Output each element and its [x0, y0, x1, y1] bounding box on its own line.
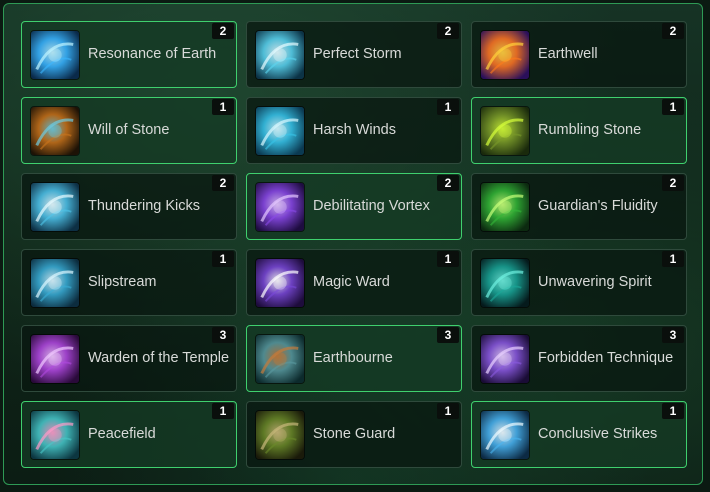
conclusive-strikes-icon: [480, 410, 530, 460]
augment-count-badge: 1: [437, 403, 459, 419]
augment-count-badge: 1: [212, 251, 234, 267]
augment-name: Debilitating Vortex: [313, 198, 430, 214]
augment-name: Perfect Storm: [313, 46, 402, 62]
augment-count-badge: 1: [437, 99, 459, 115]
augment-card[interactable]: Magic Ward 1: [246, 249, 462, 316]
augment-card[interactable]: Perfect Storm 2: [246, 21, 462, 88]
earthwell-icon: [480, 30, 530, 80]
augment-grid: Resonance of Earth 2 Perfect Storm 2 Earth…: [0, 0, 710, 492]
augment-name: Slipstream: [88, 274, 157, 290]
debilitating-vortex-icon: [255, 182, 305, 232]
unwavering-spirit-icon: [480, 258, 530, 308]
warden-of-the-temple-icon: [30, 334, 80, 384]
rumbling-stone-icon: [480, 106, 530, 156]
augment-card[interactable]: Unwavering Spirit 1: [471, 249, 687, 316]
augment-name: Rumbling Stone: [538, 122, 642, 138]
augment-count-badge: 1: [437, 251, 459, 267]
forbidden-technique-icon: [480, 334, 530, 384]
perfect-storm-icon: [255, 30, 305, 80]
augment-card[interactable]: Stone Guard 1: [246, 401, 462, 468]
augment-name: Earthbourne: [313, 350, 393, 366]
harsh-winds-icon: [255, 106, 305, 156]
augment-card[interactable]: Earthwell 2: [471, 21, 687, 88]
augment-name: Stone Guard: [313, 426, 396, 442]
augment-count-badge: 3: [662, 327, 684, 343]
augment-card[interactable]: Harsh Winds 1: [246, 97, 462, 164]
augment-name: Thundering Kicks: [88, 198, 201, 214]
guardians-fluidity-icon: [480, 182, 530, 232]
augment-name: Conclusive Strikes: [538, 426, 658, 442]
augment-card[interactable]: Earthbourne 3: [246, 325, 462, 392]
augment-name: Earthwell: [538, 46, 598, 62]
augment-card[interactable]: Debilitating Vortex 2: [246, 173, 462, 240]
augment-count-badge: 2: [212, 23, 234, 39]
augment-count-badge: 3: [212, 327, 234, 343]
augment-name: Will of Stone: [88, 122, 170, 138]
augment-name: Forbidden Technique: [538, 350, 674, 366]
augment-count-badge: 1: [662, 251, 684, 267]
augment-count-badge: 2: [662, 175, 684, 191]
augment-card[interactable]: Resonance of Earth 2: [21, 21, 237, 88]
augment-count-badge: 2: [437, 23, 459, 39]
augment-name: Resonance of Earth: [88, 46, 217, 62]
peacefield-icon: [30, 410, 80, 460]
thundering-kicks-icon: [30, 182, 80, 232]
augment-count-badge: 1: [662, 403, 684, 419]
earthbourne-icon: [255, 334, 305, 384]
augment-card[interactable]: Guardian's Fluidity 2: [471, 173, 687, 240]
augment-name: Unwavering Spirit: [538, 274, 652, 290]
stone-guard-icon: [255, 410, 305, 460]
augment-count-badge: 1: [212, 99, 234, 115]
augment-count-badge: 2: [437, 175, 459, 191]
augment-count-badge: 1: [212, 403, 234, 419]
will-of-stone-icon: [30, 106, 80, 156]
augment-count-badge: 2: [662, 23, 684, 39]
augment-card[interactable]: Slipstream 1: [21, 249, 237, 316]
augment-card[interactable]: Warden of the Temple 3: [21, 325, 237, 392]
augment-card[interactable]: Will of Stone 1: [21, 97, 237, 164]
augment-count-badge: 2: [212, 175, 234, 191]
augment-count-badge: 3: [437, 327, 459, 343]
augment-name: Warden of the Temple: [88, 350, 230, 366]
resonance-of-earth-icon: [30, 30, 80, 80]
augment-count-badge: 1: [662, 99, 684, 115]
augment-name: Magic Ward: [313, 274, 390, 290]
augment-name: Guardian's Fluidity: [538, 198, 658, 214]
augment-card[interactable]: Forbidden Technique 3: [471, 325, 687, 392]
augment-name: Peacefield: [88, 426, 156, 442]
augment-name: Harsh Winds: [313, 122, 396, 138]
magic-ward-icon: [255, 258, 305, 308]
augment-card[interactable]: Rumbling Stone 1: [471, 97, 687, 164]
augment-card[interactable]: Peacefield 1: [21, 401, 237, 468]
augment-card[interactable]: Thundering Kicks 2: [21, 173, 237, 240]
slipstream-icon: [30, 258, 80, 308]
augment-card[interactable]: Conclusive Strikes 1: [471, 401, 687, 468]
